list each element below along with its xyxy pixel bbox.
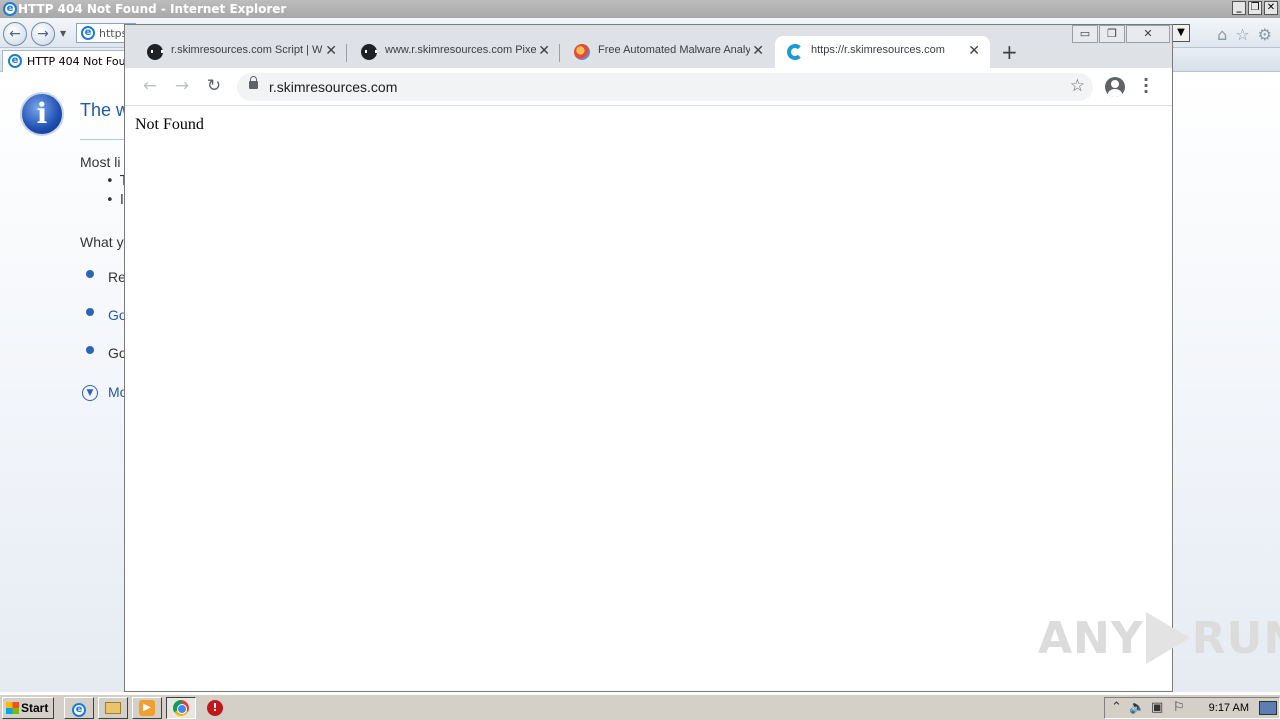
ie-minimize-button[interactable]: _ (1232, 1, 1246, 15)
chrome-tab-3-close-icon[interactable]: ✕ (752, 42, 764, 59)
ie-favorites-icon[interactable]: ☆ (1235, 25, 1249, 44)
chrome-tab-4-close-icon[interactable]: ✕ (968, 42, 980, 59)
ie-what-you-text: What y (80, 234, 124, 250)
start-label: Start (21, 701, 49, 715)
bot-icon (361, 44, 377, 60)
chrome-icon (173, 700, 189, 716)
ie-address-dropdown-button[interactable]: ▼ (1172, 24, 1190, 42)
ie-restore-button[interactable]: ❐ (1248, 1, 1262, 15)
taskbar: Start e ▶ ! ⌃ 🔈 ▣ ⚐ 9:17 AM (0, 694, 1280, 720)
omnibox[interactable]: r.skimresources.com ☆ (237, 73, 1093, 101)
ie-page-heading: The w (80, 100, 130, 120)
chrome-tab-1-label: r.skimresources.com Script | W (171, 44, 323, 56)
ie-window-controls: _ ❐ ✕ (1232, 1, 1278, 15)
info-icon: i (20, 92, 64, 136)
play-icon (1145, 612, 1190, 664)
folder-icon (105, 702, 121, 714)
profile-avatar-icon[interactable] (1105, 77, 1125, 97)
chrome-minimize-button[interactable]: ▭ (1072, 25, 1098, 43)
chrome-tab-1[interactable]: r.skimresources.com Script | W ✕ (127, 36, 347, 68)
bot-icon (147, 44, 163, 60)
chrome-restore-button[interactable]: ❐ (1099, 25, 1125, 43)
bookmark-star-icon[interactable]: ☆ (1070, 76, 1085, 96)
watermark-right-text: RUN (1191, 612, 1280, 664)
show-desktop-icon[interactable] (1259, 701, 1277, 715)
chrome-tab-3-label: Free Automated Malware Analy (598, 44, 750, 56)
ie-logo-icon: e (3, 2, 17, 16)
chrome-tab-2-close-icon[interactable]: ✕ (538, 42, 550, 59)
chrome-tab-strip: ▭ ❐ ✕ r.skimresources.com Script | W ✕ w… (125, 25, 1172, 68)
omnibox-url[interactable]: r.skimresources.com (269, 79, 397, 95)
ie-forward-icon[interactable]: → (31, 22, 55, 46)
ie-tab-label: HTTP 404 Not Found (27, 55, 126, 68)
chrome-tab-2[interactable]: www.r.skimresources.com Pixe ✕ (347, 36, 560, 68)
start-button[interactable]: Start (2, 697, 54, 719)
chevron-down-icon[interactable]: ▼ (82, 385, 98, 401)
lock-icon[interactable] (249, 76, 258, 89)
ie-bullet-dot-1: • (106, 174, 114, 189)
new-tab-button[interactable]: + (1001, 40, 1018, 64)
action-center-flag-icon[interactable]: ⚐ (1173, 700, 1185, 715)
taskbar-clock[interactable]: 9:17 AM (1209, 702, 1249, 714)
ie-home-icon[interactable]: ⌂ (1217, 25, 1227, 44)
watermark-left-text: ANY (1038, 612, 1144, 664)
taskbar-media-player-button[interactable]: ▶ (132, 697, 162, 719)
taskbar-chrome-button[interactable] (166, 697, 196, 719)
chrome-window-controls: ▭ ❐ ✕ (1072, 25, 1170, 43)
ie-tab-icon: e (8, 54, 22, 68)
forward-arrow-icon[interactable]: → (171, 76, 193, 96)
ie-option-bullet-icon (86, 270, 94, 278)
ie-option-bullet-icon (86, 308, 94, 316)
ie-option-bullet-icon (86, 346, 94, 354)
ie-tab-404[interactable]: e HTTP 404 Not Found (2, 50, 126, 72)
tray-expand-chevron-icon[interactable]: ⌃ (1111, 700, 1122, 715)
ball-icon (574, 44, 590, 60)
ie-history-dropdown-icon[interactable]: ▼ (60, 29, 66, 38)
system-tray: ⌃ 🔈 ▣ ⚐ 9:17 AM (1104, 697, 1280, 719)
chrome-tab-4-label: https://r.skimresources.com (811, 44, 945, 56)
chrome-menu-icon[interactable]: · · · (1143, 72, 1149, 100)
reload-icon[interactable]: ↻ (203, 76, 225, 96)
ie-window-title: HTTP 404 Not Found - Internet Explorer (18, 2, 287, 16)
chrome-tab-4-active[interactable]: https://r.skimresources.com ✕ (775, 36, 990, 68)
anyrun-watermark: ANY RUN (1038, 612, 1280, 664)
chrome-window: ▭ ❐ ✕ r.skimresources.com Script | W ✕ w… (124, 24, 1173, 692)
chrome-tab-1-close-icon[interactable]: ✕ (325, 42, 337, 59)
stop-icon: ! (207, 700, 223, 716)
taskbar-stop-app-button[interactable]: ! (200, 697, 230, 719)
swirl-icon (787, 44, 803, 60)
chrome-tab-3[interactable]: Free Automated Malware Analy ✕ (560, 36, 774, 68)
ie-address-page-icon: e (81, 26, 95, 40)
not-found-text: Not Found (135, 116, 204, 133)
chrome-tab-2-label: www.r.skimresources.com Pixe (385, 44, 537, 56)
windows-logo-icon (6, 702, 19, 714)
ie-bullet-dot-2: • (106, 193, 114, 208)
ie-icon: e (72, 703, 86, 717)
ie-title-bar: e HTTP 404 Not Found - Internet Explorer… (0, 0, 1280, 18)
ie-close-button[interactable]: ✕ (1264, 1, 1278, 15)
taskbar-explorer-button[interactable] (98, 697, 128, 719)
back-arrow-icon[interactable]: ← (139, 76, 161, 96)
chrome-page-content: Not Found (125, 107, 1172, 691)
chrome-close-button[interactable]: ✕ (1126, 25, 1170, 43)
volume-icon[interactable]: 🔈 (1129, 700, 1145, 715)
ie-most-likely-text: Most li (80, 154, 121, 170)
ie-tools-gear-icon[interactable]: ⚙ (1258, 25, 1272, 44)
ie-right-toolbar: ⌂ ☆ ⚙ (1217, 25, 1272, 44)
network-icon[interactable]: ▣ (1151, 700, 1163, 715)
chrome-toolbar: ← → ↻ r.skimresources.com ☆ · · · (125, 68, 1172, 106)
ie-back-icon[interactable]: ← (3, 22, 27, 46)
taskbar-ie-button[interactable]: e (64, 697, 94, 719)
media-player-icon: ▶ (139, 700, 155, 716)
